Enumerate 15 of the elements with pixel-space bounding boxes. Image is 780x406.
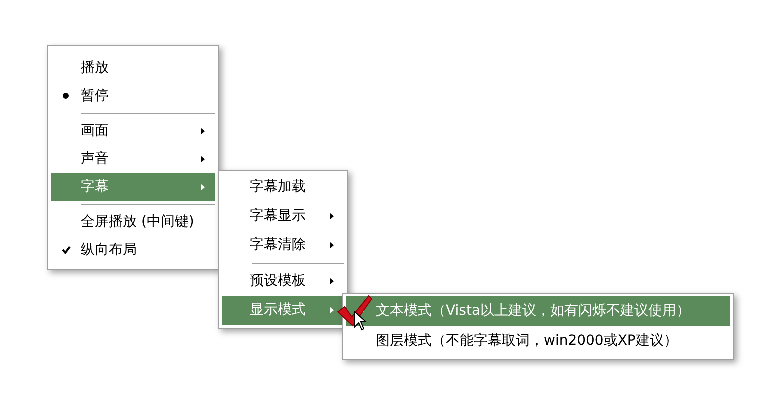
- menu-item[interactable]: 全屏播放 (中间键): [51, 208, 215, 236]
- menu-item[interactable]: 图层模式（不能字幕取词，win2000或XP建议）: [346, 326, 730, 356]
- menu-item[interactable]: 字幕加载: [222, 173, 344, 202]
- menu-item[interactable]: 暂停: [51, 82, 215, 110]
- menu-item[interactable]: 预设模板: [222, 267, 344, 296]
- menu-item[interactable]: 字幕显示: [222, 202, 344, 231]
- cursor-icon: [354, 311, 368, 331]
- menu-item[interactable]: 播放: [51, 54, 215, 82]
- menu-item[interactable]: 文本模式（Vista以上建议，如有闪烁不建议使用）: [346, 296, 730, 326]
- menu-item[interactable]: 画面: [51, 117, 215, 145]
- menu-item[interactable]: 声音: [51, 145, 215, 173]
- menu-item[interactable]: 字幕清除: [222, 231, 344, 260]
- menu-item[interactable]: 显示模式: [222, 296, 344, 325]
- menu-item[interactable]: 纵向布局: [51, 236, 215, 264]
- menu-item[interactable]: 字幕: [51, 173, 215, 201]
